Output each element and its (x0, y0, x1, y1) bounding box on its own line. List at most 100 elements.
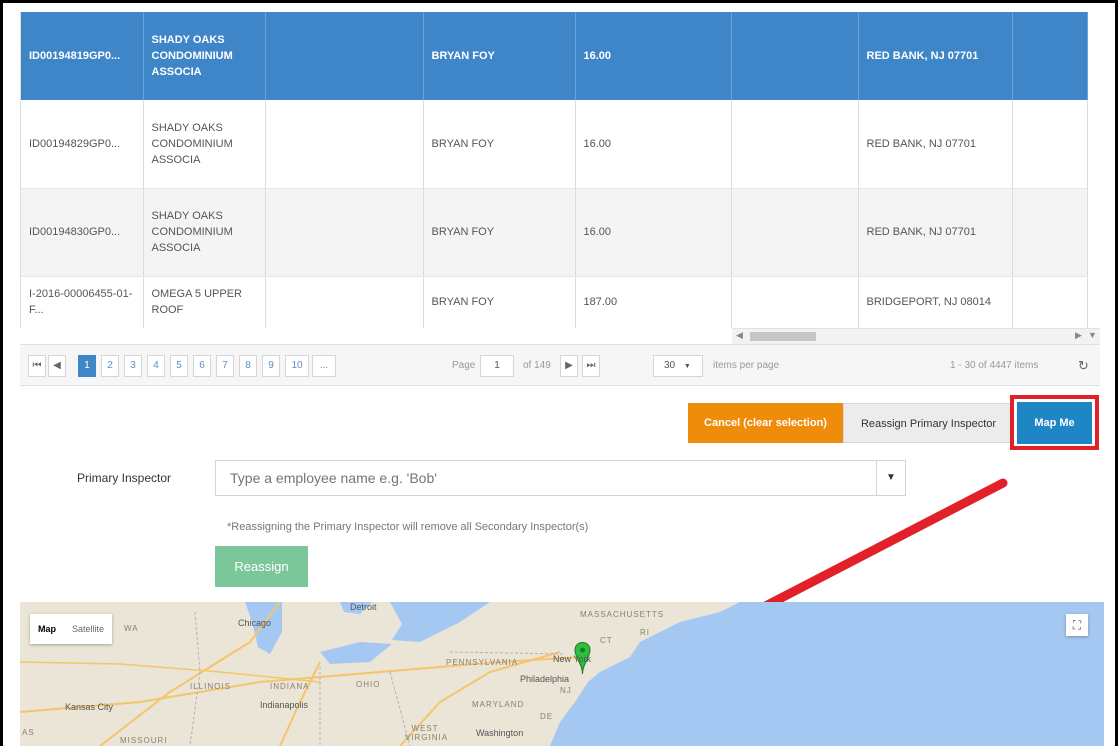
scroll-down-icon[interactable]: ▼ (1088, 330, 1097, 340)
map-label: PENNSYLVANIA (446, 658, 519, 667)
map-label: RI (640, 628, 650, 637)
page-number-input[interactable]: 1 (480, 355, 514, 377)
map-type-satellite-button[interactable]: Satellite (64, 614, 112, 644)
table-cell (1012, 188, 1088, 277)
map-label: Kansas City (65, 702, 114, 712)
table-cell (731, 100, 859, 189)
map-label: OHIO (356, 680, 381, 689)
inspections-grid: ID00194819GP0... SHADY OAKS CONDOMINIUM … (20, 12, 1100, 328)
table-cell: RED BANK, NJ 07701 (858, 188, 1013, 277)
table-cell (1012, 100, 1088, 189)
map-label: MISSOURI (120, 736, 168, 745)
items-summary: 1 - 30 of 4447 items (950, 360, 1039, 371)
map-view[interactable]: Map Satellite ⛶ Detroit Chicago MASSACHU… (20, 602, 1104, 746)
page-label: Page (452, 360, 476, 371)
table-cell: RED BANK, NJ 07701 (858, 12, 1013, 100)
page-count-label: of 149 (523, 360, 551, 371)
table-cell: SHADY OAKS CONDOMINIUM ASSOCIA (143, 12, 266, 100)
refresh-icon[interactable]: ↻ (1078, 358, 1089, 374)
per-page-label: items per page (713, 360, 780, 371)
reassign-primary-inspector-button[interactable]: Reassign Primary Inspector (843, 403, 1014, 443)
reassign-note: *Reassigning the Primary Inspector will … (227, 521, 589, 533)
map-label: AS (22, 728, 35, 737)
map-label: WA (124, 624, 139, 633)
page-button-6[interactable]: 6 (193, 355, 211, 377)
page-button-10[interactable]: 10 (285, 355, 309, 377)
page-button-1[interactable]: 1 (78, 355, 96, 377)
chevron-down-icon[interactable]: ▼ (877, 460, 906, 496)
primary-inspector-input[interactable] (215, 460, 877, 496)
page-button-5[interactable]: 5 (170, 355, 188, 377)
map-label: Philadelphia (520, 674, 570, 684)
primary-inspector-label: Primary Inspector (77, 471, 172, 485)
table-cell: SHADY OAKS CONDOMINIUM ASSOCIA (143, 100, 266, 189)
chevron-down-icon: ▼ (683, 363, 691, 370)
map-type-control: Map Satellite (30, 614, 113, 644)
cancel-selection-button[interactable]: Cancel (clear selection) (688, 403, 843, 443)
table-cell (731, 276, 859, 328)
map-label: ILLINOIS (190, 682, 231, 691)
table-cell (1012, 12, 1088, 100)
table-cell: OMEGA 5 UPPER ROOF (143, 276, 266, 328)
fullscreen-icon[interactable]: ⛶ (1066, 614, 1088, 636)
table-cell: ID00194819GP0... (21, 12, 144, 100)
first-page-button[interactable]: ⏮ (28, 355, 46, 377)
map-label: DE (540, 712, 554, 721)
page-button-3[interactable]: 3 (124, 355, 142, 377)
page-size-select[interactable]: 30 ▼ (653, 355, 703, 377)
table-cell: 16.00 (575, 12, 732, 100)
table-cell (265, 276, 424, 328)
page-button-more[interactable]: ... (312, 355, 336, 377)
page-button-9[interactable]: 9 (262, 355, 280, 377)
table-cell: BRYAN FOY (423, 276, 576, 328)
page-size-value: 30 (664, 360, 676, 371)
scrollbar-thumb[interactable] (750, 332, 816, 341)
table-cell: BRYAN FOY (423, 188, 576, 277)
reassign-button[interactable]: Reassign (215, 546, 308, 587)
map-label: NJ (560, 686, 572, 695)
grid-pager: ⏮ ◀ 1 2 3 4 5 6 7 8 9 10 ... Page 1 of 1… (20, 344, 1100, 386)
table-cell (265, 100, 424, 189)
last-page-button[interactable]: ⏭ (582, 355, 600, 377)
map-label: MASSACHUSETTS (580, 610, 665, 619)
map-label: Chicago (238, 618, 272, 628)
table-row[interactable]: ID00194829GP0... SHADY OAKS CONDOMINIUM … (21, 100, 1088, 189)
next-page-button[interactable]: ▶ (560, 355, 578, 377)
map-label: WEST VIRGINIA (405, 724, 449, 742)
scroll-right-icon[interactable]: ▶ (1075, 330, 1082, 341)
table-cell (265, 188, 424, 277)
page-button-2[interactable]: 2 (101, 355, 119, 377)
table-cell: RED BANK, NJ 07701 (858, 100, 1013, 189)
table-cell: BRYAN FOY (423, 12, 576, 100)
prev-page-button[interactable]: ◀ (48, 355, 66, 377)
table-cell: 16.00 (575, 188, 732, 277)
table-cell (265, 12, 424, 100)
scroll-left-icon[interactable]: ◀ (736, 330, 743, 341)
table-cell: BRYAN FOY (423, 100, 576, 189)
table-cell: 16.00 (575, 100, 732, 189)
page-button-8[interactable]: 8 (239, 355, 257, 377)
table-cell (1012, 276, 1088, 328)
map-label: Indianapolis (260, 700, 309, 710)
map-me-button[interactable]: Map Me (1017, 402, 1092, 444)
table-cell: ID00194830GP0... (21, 188, 144, 277)
table-row[interactable]: I-2016-00006455-01-F... OMEGA 5 UPPER RO… (21, 276, 1088, 328)
page-button-4[interactable]: 4 (147, 355, 165, 377)
table-row-selected[interactable]: ID00194819GP0... SHADY OAKS CONDOMINIUM … (21, 12, 1088, 100)
map-label: MARYLAND (472, 700, 525, 709)
map-label: INDIANA (270, 682, 310, 691)
map-label: Washington (476, 728, 524, 738)
table-cell: ID00194829GP0... (21, 100, 144, 189)
table-row[interactable]: ID00194830GP0... SHADY OAKS CONDOMINIUM … (21, 188, 1088, 277)
map-label: CT (600, 636, 613, 645)
table-cell: 187.00 (575, 276, 732, 328)
table-cell: I-2016-00006455-01-F... (21, 276, 144, 328)
map-label: New York (553, 654, 592, 664)
page-button-7[interactable]: 7 (216, 355, 234, 377)
table-cell (731, 188, 859, 277)
map-type-map-button[interactable]: Map (30, 614, 64, 644)
horizontal-scrollbar[interactable]: ◀ ▶ ▼ (732, 328, 1100, 344)
table-cell: BRIDGEPORT, NJ 08014 (858, 276, 1013, 328)
map-label: Detroit (350, 602, 377, 612)
table-cell (731, 12, 859, 100)
